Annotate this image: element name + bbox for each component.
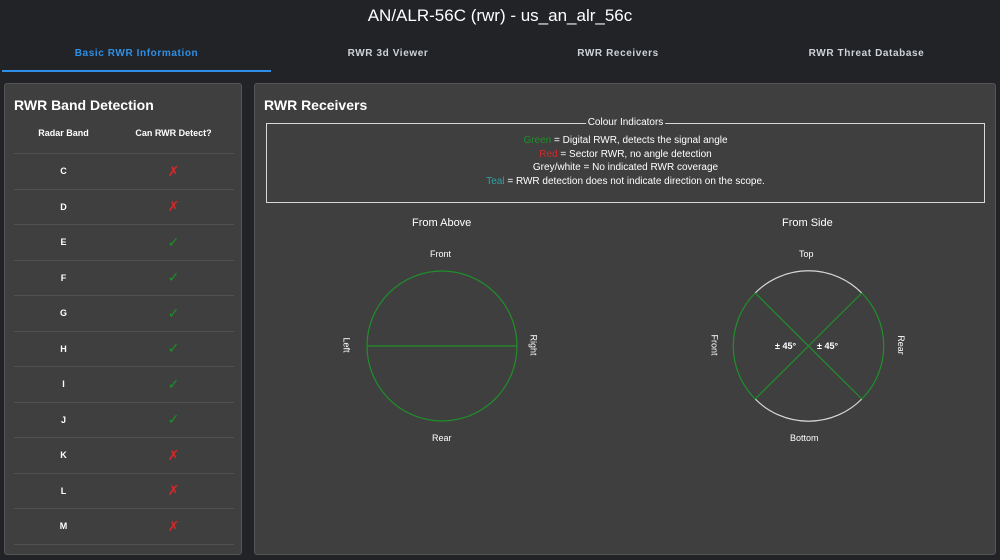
band-letter: K [60,450,67,461]
legend-teal-word: Teal [486,175,505,187]
legend-title: Colour Indicators [585,117,666,128]
side-coverage-arc-rear [861,292,885,400]
cross-icon: ✗ [167,198,180,215]
band-letter: C [60,166,67,177]
legend-red-text: = Sector RWR, no angle detection [557,148,712,160]
table-row: E ✓ [14,225,234,261]
legend-line-teal: Teal = RWR detection does not indicate d… [267,175,984,189]
cross-icon: ✗ [167,162,180,179]
band-letter: H [60,343,67,354]
table-row: G ✓ [14,296,234,332]
band-letter: I [62,379,65,390]
from-side-diagram [732,270,885,422]
band-letter: G [59,308,67,319]
legend-red-word: Red [539,148,558,160]
side-uncovered-arc-top [754,270,863,294]
check-icon: ✓ [167,233,180,250]
column-header-radar-band: Radar Band [38,128,89,138]
from-above-title: From Above [412,217,472,229]
band-table-header: Radar Band Can RWR Detect? [14,128,234,154]
above-right-label: Right [528,334,539,356]
legend-green-text: = Digital RWR, detects the signal angle [551,135,728,146]
legend-line-green: Green = Digital RWR, detects the signal … [267,134,984,148]
table-row: H ✓ [14,332,234,367]
table-row: J ✓ [14,403,234,438]
table-row: L ✗ [14,474,234,509]
table-row: C ✗ [14,154,234,190]
band-detection-title: RWR Band Detection [14,97,154,113]
band-letter: M [59,521,68,532]
side-uncovered-arc-bottom [754,398,863,422]
band-letter: J [60,414,66,425]
side-top-label: Top [799,249,814,259]
legend-line-grey: Grey/white = No indicated RWR coverage [532,162,719,174]
page-title: AN/ALR-56C (rwr) - us_an_alr_56c [367,6,633,25]
tab-rwr-3d-viewer[interactable]: RWR 3d Viewer [273,40,503,72]
receivers-panel: RWR Receivers Colour Indicators Green = … [254,83,996,555]
table-row: K ✗ [14,438,234,474]
band-table: Radar Band Can RWR Detect? C ✗ D ✗ E ✓ F ✓ G ✓ H ✓ I… [14,128,234,545]
column-header-can-detect: Can RWR Detect? [135,128,212,138]
from-above-diagram [366,270,518,422]
tab-bar: Basic RWR Information RWR 3d Viewer RWR … [0,40,1000,72]
band-letter: L [60,485,67,496]
side-bottom-label: Bottom [790,433,819,443]
side-angle-label-left: ± 45° [775,341,797,351]
table-row: F ✓ [14,261,234,296]
tab-rwr-threat-database[interactable]: RWR Threat Database [733,40,1000,72]
band-letter: D [60,201,67,212]
band-detection-panel: RWR Band Detection Radar Band Can RWR De… [4,83,242,555]
from-side-title: From Side [782,217,833,229]
tab-rwr-receivers[interactable]: RWR Receivers [503,40,733,72]
check-icon: ✓ [167,304,180,321]
side-angle-label-right: ± 45° [817,341,839,351]
side-rear-label: Rear [895,335,906,355]
colour-indicators-legend: Colour Indicators Green = Digital RWR, d… [266,117,985,203]
legend-line-red: Red = Sector RWR, no angle detection [267,148,984,162]
check-icon: ✓ [167,269,180,286]
legend-teal-text: = RWR detection does not indicate direct… [504,175,765,187]
above-rear-label: Rear [432,433,452,443]
cross-icon: ✗ [167,517,180,534]
receivers-title: RWR Receivers [264,97,368,113]
check-icon: ✓ [167,411,180,428]
table-row: I ✓ [14,367,234,403]
tab-basic-rwr-information[interactable]: Basic RWR Information [0,40,273,72]
band-letter: E [60,237,67,248]
above-front-label: Front [430,249,452,259]
legend-green-word: Green [523,135,552,146]
table-row: D ✗ [14,190,234,225]
check-icon: ✓ [167,375,180,392]
band-letter: F [60,272,67,283]
side-coverage-arc-front [732,292,756,400]
side-front-label: Front [709,334,720,356]
cross-icon: ✗ [167,446,180,463]
table-row: M ✗ [14,509,234,545]
above-left-label: Left [341,337,352,353]
cross-icon: ✗ [167,482,180,499]
check-icon: ✓ [167,340,180,357]
